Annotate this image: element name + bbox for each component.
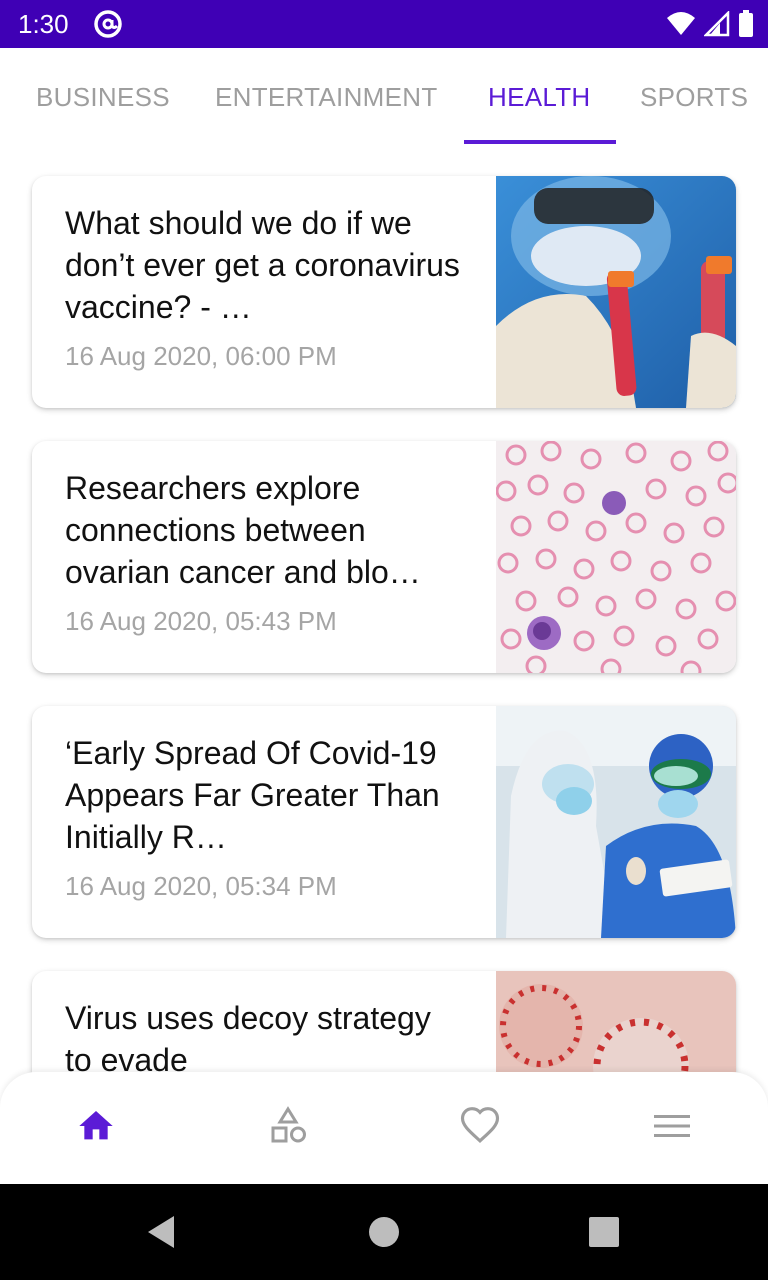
tab-entertainment[interactable]: ENTERTAINMENT bbox=[215, 82, 438, 113]
nav-home[interactable] bbox=[72, 1102, 120, 1150]
news-feed[interactable]: What should we do if we don’t ever get a… bbox=[0, 144, 768, 1074]
home-icon bbox=[79, 1111, 113, 1140]
at-sign-icon bbox=[94, 10, 122, 38]
wifi-icon bbox=[667, 12, 695, 35]
article-card[interactable]: ‘Early Spread Of Covid-19 Appears Far Gr… bbox=[32, 706, 736, 938]
article-image bbox=[496, 971, 736, 1074]
category-tabs: BUSINESS ENTERTAINMENT HEALTH SPORTS bbox=[0, 48, 768, 144]
article-card[interactable]: What should we do if we don’t ever get a… bbox=[32, 176, 736, 408]
recents-icon[interactable] bbox=[584, 1212, 624, 1252]
signal-icon bbox=[704, 11, 730, 37]
back-icon[interactable] bbox=[142, 1212, 182, 1252]
article-title: Researchers explore connections between … bbox=[65, 470, 421, 590]
article-date: 16 Aug 2020, 05:43 PM bbox=[65, 606, 337, 636]
article-image bbox=[496, 176, 736, 408]
article-title: Virus uses decoy strategy to evade bbox=[65, 1000, 431, 1074]
article-image bbox=[496, 441, 736, 673]
article-date: 16 Aug 2020, 06:00 PM bbox=[65, 341, 337, 371]
tab-business[interactable]: BUSINESS bbox=[36, 82, 170, 113]
article-title: What should we do if we don’t ever get a… bbox=[65, 205, 460, 325]
system-navigation-bar bbox=[0, 1184, 768, 1280]
home-circle-icon[interactable] bbox=[364, 1212, 404, 1252]
nav-favorites[interactable] bbox=[456, 1102, 504, 1150]
article-image bbox=[496, 706, 736, 938]
article-date: 16 Aug 2020, 05:34 PM bbox=[65, 871, 337, 901]
status-bar: 1:30 bbox=[0, 0, 768, 48]
categories-icon bbox=[271, 1106, 306, 1143]
article-card[interactable]: Researchers explore connections between … bbox=[32, 441, 736, 673]
bottom-navigation bbox=[0, 1072, 768, 1184]
nav-menu[interactable] bbox=[648, 1102, 696, 1150]
heart-icon bbox=[460, 1107, 500, 1144]
article-title: ‘Early Spread Of Covid-19 Appears Far Gr… bbox=[65, 735, 440, 855]
tab-sports[interactable]: SPORTS bbox=[640, 82, 748, 113]
nav-categories[interactable] bbox=[264, 1102, 312, 1150]
menu-icon bbox=[654, 1115, 690, 1137]
battery-icon bbox=[739, 10, 753, 37]
tab-health[interactable]: HEALTH bbox=[488, 82, 590, 113]
status-time: 1:30 bbox=[18, 9, 69, 39]
article-card[interactable]: Virus uses decoy strategy to evade bbox=[32, 971, 736, 1074]
